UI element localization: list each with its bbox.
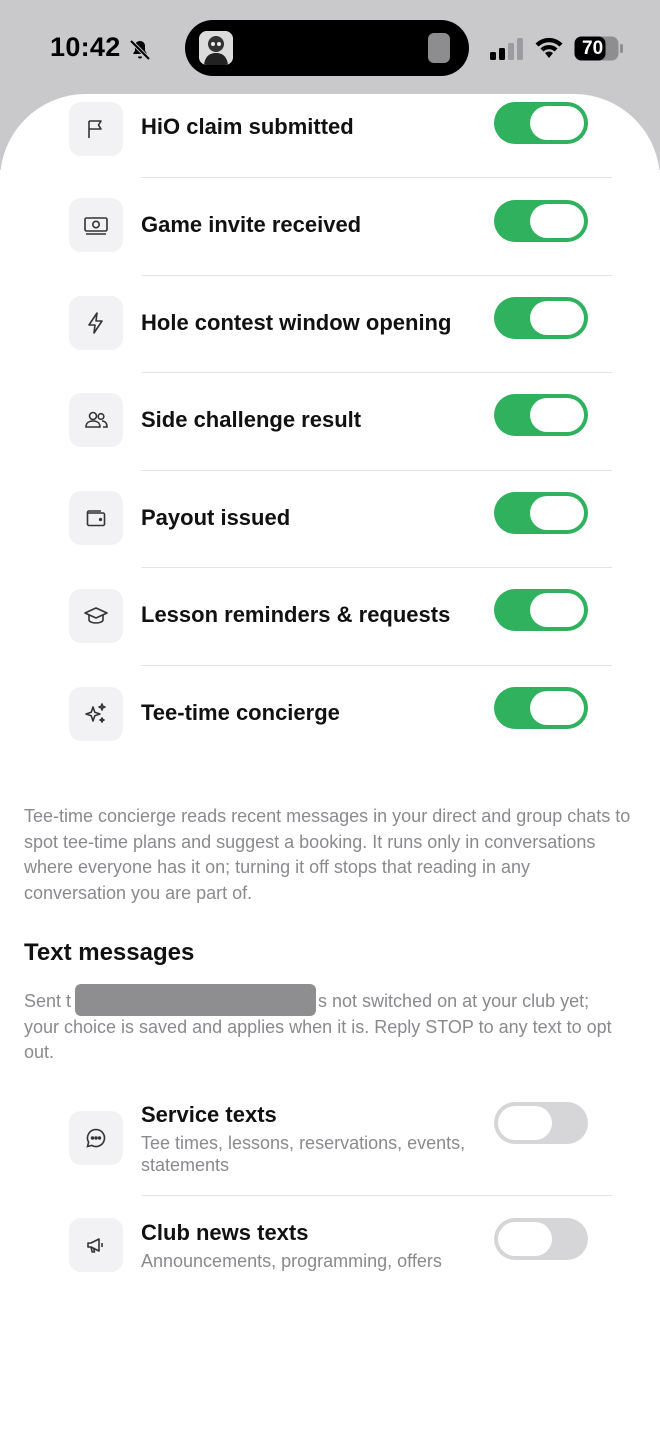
row-label: Service texts — [141, 1102, 277, 1127]
sparkles-icon — [69, 687, 123, 741]
row-label: Game invite received — [141, 212, 362, 237]
row-label: Club news texts — [141, 1220, 309, 1245]
wifi-icon — [535, 37, 563, 58]
homepod-icon — [428, 33, 450, 63]
battery-level: 70 — [582, 38, 604, 59]
row-sublabel: Announcements, programming, offers — [141, 1251, 442, 1271]
flag-icon — [69, 102, 123, 156]
row-label: Lesson reminders & requests — [141, 602, 451, 627]
status-time: 10:42 — [50, 32, 121, 62]
desc-rest: your choice is saved and applies when it… — [24, 1016, 612, 1063]
signal-icon — [490, 38, 523, 60]
notification-row-tee-time-concierge: Tee-time concierge — [0, 686, 660, 742]
wallet-icon — [69, 491, 123, 545]
notification-row-hole-contest: Hole contest window opening — [0, 296, 660, 352]
divider — [141, 177, 612, 178]
row-label: Tee-time concierge — [141, 700, 340, 725]
lessons-toggle[interactable] — [494, 589, 588, 631]
row-label: HiO claim submitted — [141, 114, 354, 139]
hole-contest-toggle[interactable] — [494, 297, 588, 339]
sms-row-club-news: Club news texts Announcements, programmi… — [0, 1218, 660, 1280]
notification-row-lessons: Lesson reminders & requests — [0, 588, 660, 644]
desc-start: Sent t — [24, 991, 72, 1011]
game-invite-toggle[interactable] — [494, 200, 588, 242]
row-label: Side challenge result — [141, 407, 362, 432]
hio-claim-toggle[interactable] — [494, 102, 588, 144]
chat-bubble-icon — [69, 1111, 123, 1165]
divider — [141, 567, 612, 568]
text-messages-heading: Text messages — [24, 939, 195, 966]
row-sublabel: Tee times, lessons, reservations, events… — [141, 1133, 466, 1175]
club-news-toggle[interactable] — [494, 1218, 588, 1260]
divider — [141, 1195, 612, 1196]
tee-time-concierge-toggle[interactable] — [494, 687, 588, 729]
notification-row-hio-claim: HiO claim submitted — [0, 100, 660, 156]
sms-row-service-texts: Service texts Tee times, lessons, reserv… — [0, 1102, 660, 1182]
graduation-cap-icon — [69, 589, 123, 643]
notification-row-side-challenge: Side challenge result — [0, 393, 660, 449]
notification-row-payout: Payout issued — [0, 491, 660, 547]
cash-icon — [69, 198, 123, 252]
row-label: Payout issued — [141, 505, 291, 530]
divider — [141, 372, 612, 373]
side-challenge-toggle[interactable] — [494, 394, 588, 436]
desc-end: s not switched on at your club yet; — [318, 991, 590, 1011]
divider — [141, 665, 612, 666]
megaphone-icon — [69, 1218, 123, 1272]
service-texts-toggle[interactable] — [494, 1102, 588, 1144]
redaction-block — [75, 984, 316, 1016]
concierge-explanation: Tee-time concierge reads recent messages… — [24, 806, 631, 903]
notification-row-game-invite: Game invite received — [0, 198, 660, 254]
bell-slash-icon — [129, 39, 151, 61]
live-activity-avatar — [199, 31, 233, 65]
users-icon — [69, 393, 123, 447]
row-label: Hole contest window opening — [141, 310, 452, 335]
payout-toggle[interactable] — [494, 492, 588, 534]
bolt-icon — [69, 296, 123, 350]
divider — [141, 275, 612, 276]
divider — [141, 470, 612, 471]
battery-icon: 70 — [574, 36, 624, 61]
